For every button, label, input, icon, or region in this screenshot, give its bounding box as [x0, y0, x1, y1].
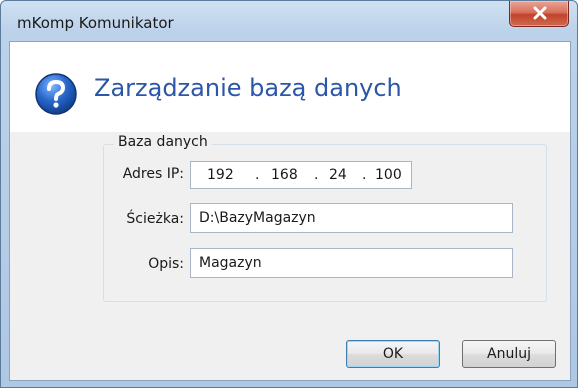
close-icon [533, 6, 547, 20]
ip-separator: . [362, 167, 367, 183]
groupbox-legend: Baza danych [114, 134, 212, 150]
description-field[interactable]: Magazyn [190, 248, 513, 278]
ip-octet-1[interactable]: 192 [207, 167, 234, 183]
ip-address-label: Adres IP: [122, 166, 184, 182]
description-label: Opis: [148, 256, 184, 272]
title-bar[interactable]: mKomp Komunikator [1, 1, 577, 41]
dialog-content: Zarządzanie bazą danych Baza danych Adre… [9, 41, 571, 381]
ip-separator: . [314, 167, 319, 183]
ip-octet-3[interactable]: 24 [329, 167, 347, 183]
page-title: Zarządzanie bazą danych [94, 74, 402, 102]
cancel-button[interactable]: Anuluj [462, 340, 556, 368]
ip-octet-4[interactable]: 100 [375, 167, 402, 183]
ip-octet-2[interactable]: 168 [271, 167, 298, 183]
path-label: Ścieżka: [126, 211, 184, 227]
ok-button[interactable]: OK [346, 340, 440, 368]
dialog-window: mKomp Komunikator Zarządzanie bazą danyc… [0, 0, 578, 388]
path-field[interactable]: D:\BazyMagazyn [190, 203, 513, 233]
ip-address-field[interactable]: 192 . 168 . 24 . 100 [190, 161, 412, 189]
dialog-header: Zarządzanie bazą danych [10, 42, 570, 132]
question-icon [34, 72, 78, 120]
ip-separator: . [255, 167, 260, 183]
window-title: mKomp Komunikator [17, 14, 174, 32]
close-button[interactable] [509, 1, 569, 27]
